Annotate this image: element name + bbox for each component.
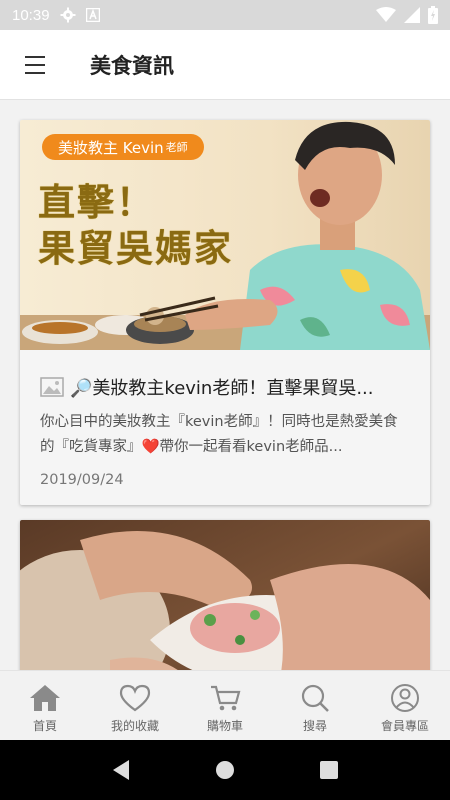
badge-text: 美妝教主 Kevin [58, 138, 164, 157]
user-icon [391, 684, 419, 712]
cart-icon [211, 685, 241, 711]
search-icon [301, 684, 329, 712]
status-time: 10:39 [12, 6, 50, 24]
dumpling-photo [20, 520, 430, 670]
font-icon [85, 8, 100, 22]
nav-member[interactable]: 會員專區 [360, 671, 450, 740]
nav-search-label: 搜尋 [302, 719, 327, 733]
nav-favorites-label: 我的收藏 [110, 719, 159, 733]
recents-icon[interactable] [319, 760, 339, 780]
nav-home-label: 首頁 [32, 719, 57, 733]
back-icon[interactable] [111, 759, 131, 781]
signal-icon [404, 7, 420, 23]
article-title[interactable]: 🔎美妝教主kevin老師！直擊果貿吳... [70, 374, 374, 400]
article-date: 2019/09/24 [40, 472, 124, 488]
article-image[interactable]: 美妝教主 Kevin 老師 直擊！ 果貿吳媽家 [20, 120, 430, 350]
bottom-nav: 首頁 我的收藏 購物車 搜尋 會員專區 [0, 670, 450, 740]
menu-button[interactable] [0, 30, 70, 100]
image-headline-line2: 果貿吳媽家 [38, 227, 233, 270]
article-description: 你心目中的美妝教主『kevin老師』！同時也是熱愛美食的『吃貨專家』❤️帶你一起… [40, 414, 398, 455]
article-card[interactable] [20, 520, 430, 670]
wifi-icon [376, 7, 396, 22]
article-card[interactable]: 美妝教主 Kevin 老師 直擊！ 果貿吳媽家 🔎美妝教主kevin老師！直擊果貿… [20, 120, 430, 505]
nav-member-label: 會員專區 [380, 719, 429, 733]
nav-cart-label: 購物車 [206, 719, 243, 733]
hamburger-icon [25, 53, 45, 77]
nav-favorites[interactable]: 我的收藏 [90, 671, 180, 740]
battery-icon [428, 6, 438, 24]
nav-search[interactable]: 搜尋 [270, 671, 360, 740]
page-title: 美食資訊 [90, 53, 174, 78]
badge-small-text: 老師 [165, 141, 188, 154]
status-bar: 10:39 [0, 0, 450, 30]
article-feed[interactable]: 美妝教主 Kevin 老師 直擊！ 果貿吳媽家 🔎美妝教主kevin老師！直擊果貿… [0, 100, 450, 670]
image-placeholder-icon [40, 377, 64, 397]
app-bar: 美食資訊 [0, 30, 450, 100]
home-circle-icon[interactable] [214, 759, 236, 781]
heart-icon [119, 684, 151, 712]
nav-home[interactable]: 首頁 [0, 671, 90, 740]
system-nav-bar [0, 740, 450, 800]
nav-cart[interactable]: 購物車 [180, 671, 270, 740]
gear-icon [60, 7, 76, 23]
article-image[interactable] [20, 520, 430, 670]
home-icon [30, 685, 60, 711]
article-badge: 美妝教主 Kevin 老師 [42, 134, 204, 160]
